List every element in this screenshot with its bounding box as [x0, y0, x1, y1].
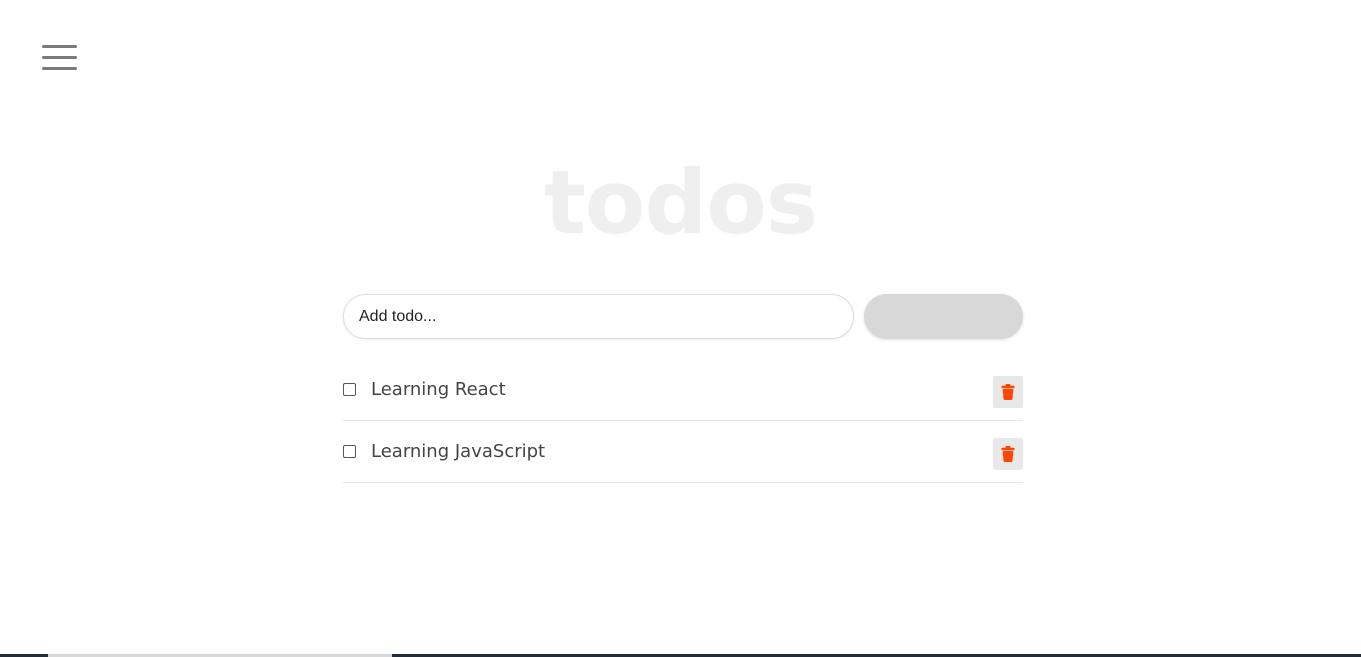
hamburger-menu-icon — [42, 45, 77, 48]
menu-button[interactable] — [42, 44, 78, 72]
todo-list: Learning React Learning JavaScript — [343, 359, 1023, 483]
todo-label: Learning JavaScript — [371, 441, 546, 462]
page-title: todos — [543, 151, 818, 254]
delete-todo-button[interactable] — [993, 438, 1023, 470]
add-todo-button[interactable] — [864, 294, 1023, 339]
hamburger-menu-icon-bar — [42, 56, 77, 59]
delete-todo-button[interactable] — [993, 376, 1023, 408]
todo-checkbox[interactable] — [343, 445, 356, 458]
trash-icon — [1001, 384, 1015, 400]
todo-label: Learning React — [371, 379, 506, 400]
trash-icon — [1001, 446, 1015, 462]
add-todo-form — [343, 294, 1023, 339]
todo-app: todos Learning React Learning JavaScript — [0, 0, 1361, 657]
todo-item: Learning JavaScript — [343, 421, 1023, 483]
todo-item: Learning React — [343, 359, 1023, 421]
todo-checkbox[interactable] — [343, 383, 356, 396]
hamburger-menu-icon-bar — [42, 67, 77, 70]
add-todo-input[interactable] — [343, 294, 854, 339]
